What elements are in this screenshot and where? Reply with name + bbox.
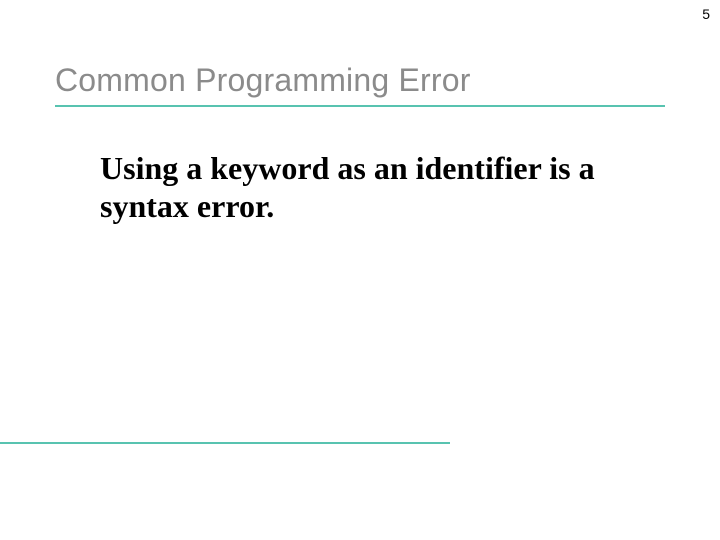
title-underline	[55, 105, 665, 107]
slide: 5 Common Programming Error Using a keywo…	[0, 0, 720, 540]
body-text: Using a keyword as an identifier is a sy…	[100, 150, 640, 226]
page-number: 5	[702, 6, 710, 22]
title-block: Common Programming Error	[55, 62, 665, 115]
body-block: Using a keyword as an identifier is a sy…	[100, 150, 640, 226]
footer-rule	[0, 442, 450, 444]
slide-title: Common Programming Error	[55, 62, 665, 99]
